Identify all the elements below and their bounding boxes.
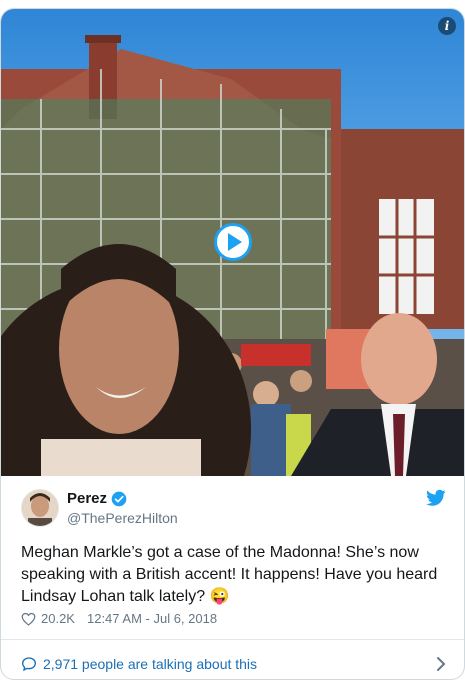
play-icon <box>228 233 242 251</box>
conversation-label[interactable]: 2,971 people are talking about this <box>43 656 257 672</box>
heart-icon[interactable] <box>21 612 36 626</box>
author-name[interactable]: Perez <box>67 490 107 507</box>
verified-badge-icon <box>111 491 127 506</box>
tweet-text: Meghan Markle’s got a case of the Madonn… <box>21 544 438 605</box>
chevron-right-icon <box>437 657 446 671</box>
speech-bubble-icon <box>21 657 37 672</box>
author-handle[interactable]: @ThePerezHilton <box>67 510 178 526</box>
conversation-link[interactable]: 2,971 people are talking about this <box>21 649 446 679</box>
tweet-timestamp[interactable]: 12:47 AM - Jul 6, 2018 <box>87 611 217 626</box>
tweet-author: Perez @ThePerezHilton <box>21 489 446 539</box>
twitter-bird-icon[interactable] <box>426 489 446 507</box>
avatar[interactable] <box>21 489 59 527</box>
divider <box>1 639 464 640</box>
tweet-meta: 20.2K 12:47 AM - Jul 6, 2018 <box>21 611 217 626</box>
info-icon[interactable]: i <box>438 17 456 35</box>
play-button[interactable] <box>214 223 252 261</box>
embedded-tweet-card: i Perez @ThePerezHilton Meghan Markle’s … <box>0 8 465 680</box>
author-name-row[interactable]: Perez <box>67 490 127 507</box>
like-count[interactable]: 20.2K <box>41 611 75 626</box>
avatar-image <box>22 490 58 526</box>
video-thumbnail[interactable]: i <box>1 9 464 476</box>
